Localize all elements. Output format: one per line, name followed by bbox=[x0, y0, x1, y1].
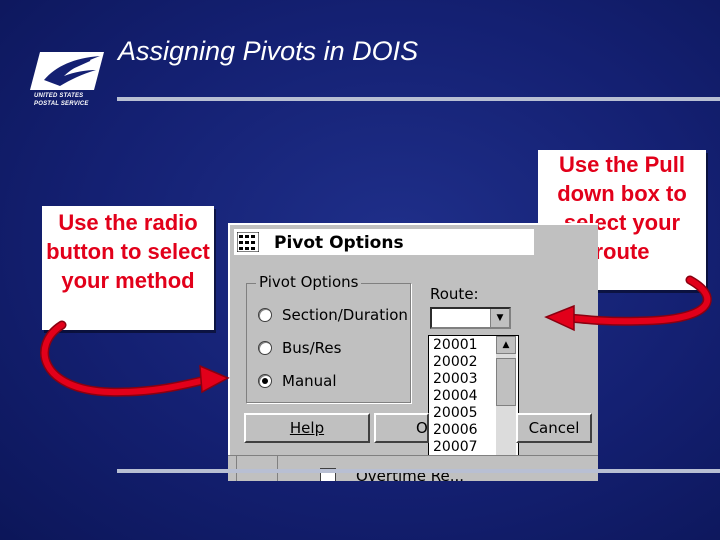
route-label: Route: bbox=[430, 285, 479, 303]
list-item[interactable]: 20005 bbox=[433, 405, 478, 422]
radio-section-duration[interactable]: Section/Duration bbox=[258, 306, 408, 324]
left-curved-arrow-icon bbox=[40, 320, 230, 397]
slide-title: Assigning Pivots in DOIS bbox=[118, 36, 419, 66]
logo-wordmark: UNITED STATES POSTAL SERVICE bbox=[34, 93, 89, 107]
bottom-divider bbox=[117, 469, 720, 473]
list-item[interactable]: 20001 bbox=[433, 337, 478, 354]
radio-selected-icon[interactable] bbox=[258, 374, 272, 388]
list-item[interactable]: 20002 bbox=[433, 354, 478, 371]
radio-manual[interactable]: Manual bbox=[258, 372, 337, 390]
radio-label: Manual bbox=[282, 372, 337, 390]
route-dropdown[interactable]: ▼ bbox=[430, 307, 511, 329]
list-item[interactable]: 20003 bbox=[433, 371, 478, 388]
cancel-button[interactable]: Cancel bbox=[516, 413, 592, 443]
background-columns bbox=[236, 455, 278, 481]
list-item[interactable]: 20004 bbox=[433, 388, 478, 405]
pivot-options-group-label: Pivot Options bbox=[256, 273, 362, 291]
scroll-thumb[interactable] bbox=[496, 358, 516, 406]
radio-label: Section/Duration bbox=[282, 306, 408, 324]
dialog-titlebar[interactable]: Pivot Options bbox=[234, 229, 534, 255]
ok-button-label: O bbox=[416, 419, 428, 437]
radio-bus-res[interactable]: Bus/Res bbox=[258, 339, 341, 357]
radio-circle-icon[interactable] bbox=[258, 308, 272, 322]
dropdown-arrow-icon[interactable]: ▼ bbox=[490, 309, 509, 327]
list-item[interactable]: 20006 bbox=[433, 422, 478, 439]
cancel-button-label: Cancel bbox=[528, 419, 580, 437]
dialog-title: Pivot Options bbox=[274, 233, 404, 253]
help-button-label: Help bbox=[289, 419, 325, 437]
callout-radio-method: Use the radio button to select your meth… bbox=[42, 206, 214, 330]
help-button[interactable]: Help bbox=[244, 413, 370, 443]
title-divider bbox=[117, 97, 720, 101]
list-item[interactable]: 20007 bbox=[433, 439, 478, 456]
radio-label: Bus/Res bbox=[282, 339, 342, 357]
radio-circle-icon[interactable] bbox=[258, 341, 272, 355]
scroll-up-icon[interactable]: ▲ bbox=[496, 336, 516, 354]
ok-button[interactable]: O bbox=[374, 413, 429, 443]
pivot-options-dialog: Pivot Options Pivot Options Section/Dura… bbox=[228, 223, 598, 481]
app-grid-icon bbox=[237, 232, 259, 252]
